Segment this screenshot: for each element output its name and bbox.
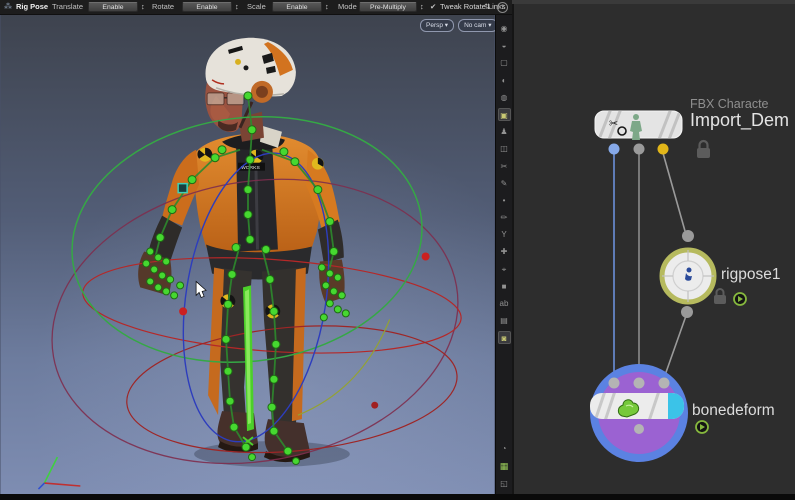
rotate-spinner-icon[interactable]: ↕ [235, 0, 239, 14]
lighting-icon[interactable]: ◍ [498, 91, 511, 104]
wire-import-to-rigpose[interactable] [662, 152, 686, 232]
cut-icon[interactable]: ✂ [498, 160, 511, 173]
tweak-rotate-links-label: Tweak Rotate Links [440, 2, 506, 11]
point-icon[interactable]: • [498, 194, 511, 207]
text-icon[interactable]: ab [498, 297, 511, 310]
shading-icon[interactable]: ◐ [498, 74, 511, 87]
node-bonedeform-body[interactable] [590, 364, 709, 462]
mode-spinner-icon[interactable]: ↕ [420, 0, 424, 14]
pivot-handle-box[interactable] [177, 182, 188, 194]
translate-spinner-icon[interactable]: ↕ [141, 0, 145, 14]
svg-text:✂: ✂ [609, 117, 618, 130]
display-options-icon[interactable]: ▣ [497, 107, 511, 121]
node-name-rigpose[interactable]: rigpose1 [721, 266, 780, 284]
output-dot[interactable] [681, 306, 693, 318]
node-name-import[interactable]: Import_Dem [690, 110, 789, 131]
wire-rigpose-to-bonedeform[interactable] [663, 312, 688, 379]
rotate-label: Rotate [152, 2, 175, 11]
camera-icon[interactable]: ▢ [498, 56, 511, 69]
chevron-down-icon: ▾ [488, 22, 492, 29]
grid-snap-icon[interactable]: ▦ [498, 460, 511, 473]
camera-nocam-dropdown[interactable]: No cam ▾ [458, 19, 498, 32]
scale-enable-dropdown[interactable]: Enable [272, 2, 322, 12]
state-label: Rig Pose [16, 2, 49, 11]
sort-icon[interactable]: ⇅ [484, 0, 490, 14]
character-pick-icon[interactable]: ♟ [498, 125, 511, 138]
output-dot-blue[interactable] [608, 143, 620, 155]
scale-spinner-icon[interactable]: ↕ [325, 0, 329, 14]
edit-icon[interactable]: ✏ [498, 211, 511, 224]
input-dot-3[interactable] [658, 377, 670, 389]
camera-persp-dropdown[interactable]: Persp ▾ [420, 19, 455, 32]
scene-viewport[interactable]: WORKS Persp ▾ No cam ▾ [0, 14, 498, 494]
rotate-enable-dropdown[interactable]: Enable [182, 2, 232, 12]
handles-icon[interactable]: ✚ [498, 245, 511, 258]
select-icon[interactable]: ⌖ [498, 263, 511, 276]
time-dependent-icon [695, 420, 709, 434]
mode-label: Mode [338, 2, 357, 11]
network-editor-top-strip [512, 0, 795, 4]
houdini-window: ⁂ Rig Pose Translate Enable ↕ Rotate Ena… [0, 0, 795, 500]
time-dependent-icon [733, 292, 747, 306]
output-dot[interactable] [634, 424, 644, 434]
tweak-rotate-links-checkbox[interactable]: ✔ [430, 0, 436, 14]
ring-handle-dot[interactable] [179, 307, 188, 316]
layout-icon[interactable]: ◱ [498, 477, 511, 490]
draw-icon[interactable]: ✎ [498, 177, 511, 190]
lock-icon [714, 288, 726, 304]
image-plane-icon[interactable]: ▤ [498, 314, 511, 327]
output-dot-gray[interactable] [633, 143, 645, 155]
viewport-side-toolbar: ◉ ◒ ▢ ◐ ◍ ▣ ♟ ◫ ✂ ✎ • ✏ Y ✚ ⌖ ■ ab ▤ ◙ ◔… [495, 14, 512, 494]
help-icon[interactable]: ? [497, 2, 508, 13]
chevron-down-icon: ▾ [444, 22, 449, 29]
window-bottom-edge [0, 494, 795, 500]
state-icon: ⁂ [4, 2, 12, 11]
translate-label: Translate [52, 2, 83, 11]
viewport-canvas[interactable]: WORKS [0, 14, 495, 494]
mode-dropdown[interactable]: Pre-Multiply [359, 2, 417, 12]
node-type-label: FBX Characte [690, 97, 769, 111]
ring-handle-dot[interactable] [371, 401, 379, 409]
tripod-icon[interactable]: Y [498, 228, 511, 241]
node-name-bonedeform[interactable]: bonedeform [692, 402, 775, 420]
output-dot-yellow[interactable] [657, 143, 669, 155]
stop-icon[interactable]: ■ [498, 280, 511, 293]
info-icon[interactable]: ◔ [498, 442, 511, 455]
input-dot[interactable] [682, 230, 694, 242]
translate-enable-dropdown[interactable]: Enable [88, 2, 138, 12]
view-tool-icon[interactable]: ◉ [498, 22, 511, 35]
snapshot-icon[interactable]: ◫ [498, 142, 511, 155]
lock-icon [697, 139, 710, 158]
operation-toolbar: ⁂ Rig Pose Translate Enable ↕ Rotate Ena… [0, 0, 512, 15]
scale-label: Scale [247, 2, 266, 11]
chest-patch-label: WORKS [241, 165, 260, 171]
secure-lock-icon[interactable]: ◒ [498, 39, 511, 52]
input-dot-2[interactable] [633, 377, 645, 389]
headlight-icon[interactable]: ◙ [497, 331, 511, 345]
ring-handle-dot[interactable] [421, 252, 430, 261]
input-dot-1[interactable] [608, 377, 620, 389]
